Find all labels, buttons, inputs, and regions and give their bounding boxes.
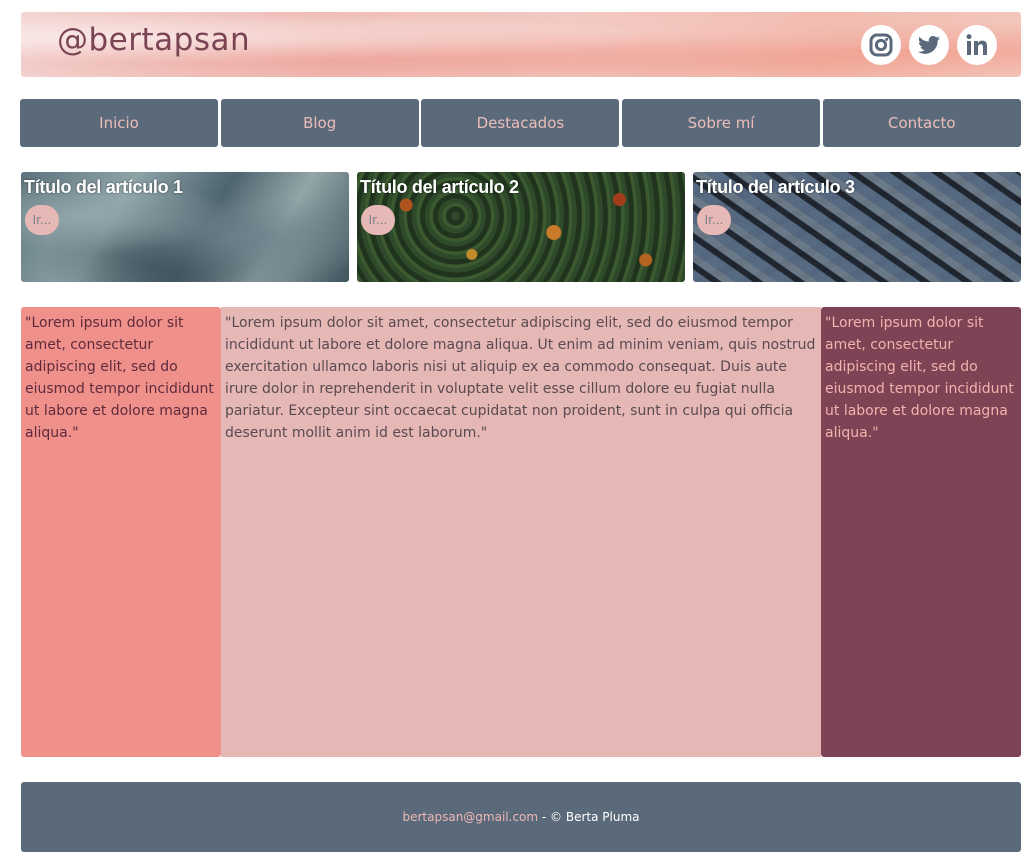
nav-item-destacados[interactable]: Destacados (421, 99, 620, 147)
article-card: Título del artículo 2 Ir... (357, 172, 685, 282)
nav-item-sobre-mi[interactable]: Sobre mí (622, 99, 821, 147)
left-sidebar: "Lorem ipsum dolor sit amet, consectetur… (21, 307, 221, 757)
twitter-icon (918, 36, 940, 54)
instagram-icon (869, 33, 893, 57)
center-content: "Lorem ipsum dolor sit amet, consectetur… (221, 307, 821, 757)
brand-logo[interactable]: @bertapsan (57, 22, 250, 58)
main-nav: Inicio Blog Destacados Sobre mí Contacto (20, 99, 1021, 147)
right-sidebar-text: "Lorem ipsum dolor sit amet, consectetur… (825, 315, 1014, 441)
article-card: Título del artículo 1 Ir... (21, 172, 349, 282)
featured-articles: Título del artículo 1 Ir... Título del a… (21, 172, 1021, 282)
nav-item-blog[interactable]: Blog (220, 99, 419, 147)
center-content-text: "Lorem ipsum dolor sit amet, consectetur… (225, 315, 816, 441)
site-footer: bertapsan@gmail.com - © Berta Pluma (21, 782, 1021, 852)
footer-copyright: - © Berta Pluma (538, 810, 640, 824)
article-card: Título del artículo 3 Ir... (693, 172, 1021, 282)
nav-item-contacto[interactable]: Contacto (822, 99, 1021, 147)
article-title: Título del artículo 1 (24, 177, 183, 197)
read-more-button[interactable]: Ir... (697, 205, 731, 235)
nav-item-inicio[interactable]: Inicio (20, 99, 218, 147)
left-sidebar-text: "Lorem ipsum dolor sit amet, consectetur… (25, 315, 214, 441)
social-links (861, 25, 997, 65)
read-more-button[interactable]: Ir... (361, 205, 395, 235)
main-content: "Lorem ipsum dolor sit amet, consectetur… (21, 307, 1021, 757)
twitter-link[interactable] (909, 25, 949, 65)
article-title: Título del artículo 3 (696, 177, 855, 197)
read-more-button[interactable]: Ir... (25, 205, 59, 235)
article-title: Título del artículo 2 (360, 177, 519, 197)
right-sidebar: "Lorem ipsum dolor sit amet, consectetur… (821, 307, 1021, 757)
site-header: @bertapsan (21, 12, 1021, 77)
linkedin-link[interactable] (957, 25, 997, 65)
instagram-link[interactable] (861, 25, 901, 65)
footer-email-link[interactable]: bertapsan@gmail.com (402, 810, 538, 824)
linkedin-icon (966, 34, 987, 55)
